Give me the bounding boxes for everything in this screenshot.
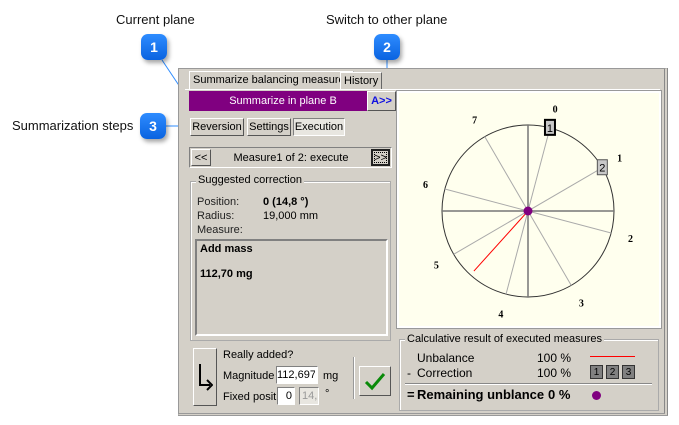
measure-line-2 — [200, 255, 383, 268]
magnitude-input[interactable] — [276, 366, 318, 384]
polar-diagram: 0123456712 — [423, 105, 633, 321]
correction-marker-label-2: 2 — [599, 163, 605, 175]
position-label-0: 0 — [553, 105, 558, 116]
remaining-dot-icon — [592, 391, 601, 400]
remaining-prefix: = — [407, 387, 415, 402]
separator — [353, 357, 355, 399]
correction-step-3: 3 — [622, 365, 635, 379]
apply-direction-button[interactable] — [193, 348, 217, 406]
callout-badge-1: 1 — [141, 34, 167, 60]
fixed-angle-unit: ° — [325, 388, 330, 400]
radius-label: Radius: — [197, 210, 235, 222]
polar-diagram-panel: 0123456712 — [396, 90, 662, 329]
position-value: 0 (14,8 °) — [263, 196, 309, 208]
tab-history[interactable]: History — [340, 72, 383, 89]
step-reversion-button[interactable]: Reversion — [190, 118, 244, 136]
fixed-position-label: Fixed positio — [223, 391, 277, 403]
center-point — [523, 206, 533, 216]
position-label-5: 5 — [434, 260, 439, 271]
plane-title: Summarize in plane B — [229, 95, 337, 107]
correction-step-1: 1 — [590, 365, 603, 379]
callout-badge-2: 2 — [374, 34, 400, 60]
plane-bar: Summarize in plane B — [189, 91, 367, 111]
position-label-2: 2 — [628, 234, 633, 245]
radius-value: 19,000 mm — [263, 210, 319, 222]
measure-status: Measure1 of 2: execute — [233, 152, 349, 164]
measure-line-1: Add mass — [200, 243, 253, 255]
measure-line-3: 112,70 mg — [200, 268, 253, 280]
position-label-3: 3 — [579, 299, 584, 310]
suggested-correction-title: Suggested correction — [196, 174, 304, 186]
position-label-7: 7 — [472, 115, 477, 126]
unbalance-label: Unbalance — [417, 351, 475, 365]
correction-value: 100 % — [537, 366, 572, 380]
unbalance-line-legend — [590, 356, 635, 357]
next-measure-button[interactable]: >> — [371, 149, 390, 166]
correction-label: Correction — [417, 366, 473, 380]
correction-step-2: 2 — [606, 365, 619, 379]
switch-plane-button[interactable]: A>> — [367, 91, 396, 111]
really-added-label: Really added? — [223, 349, 294, 361]
balancing-window: Summarize balancing measures History Sum… — [178, 68, 668, 416]
remaining-label: Remaining unblance — [417, 387, 545, 402]
fixed-position-input[interactable] — [277, 387, 295, 405]
result-title: Calculative result of executed measures — [405, 333, 605, 345]
arrow-down-right-icon — [199, 364, 213, 391]
checkmark-icon — [364, 373, 386, 391]
measure-textbox[interactable]: Add mass 112,70 mg — [195, 239, 388, 336]
fixed-angle-input — [299, 387, 319, 405]
correction-steps: 1 2 3 — [590, 365, 635, 379]
position-label: Position: — [197, 196, 240, 208]
step-execution-button[interactable]: Execution — [293, 118, 345, 136]
correction-marker-label-1: 1 — [547, 123, 553, 135]
position-label-1: 1 — [617, 154, 622, 165]
correction-prefix: - — [407, 366, 411, 380]
tab-divider — [185, 89, 660, 90]
step-settings-button[interactable]: Settings — [247, 118, 291, 136]
position-label-4: 4 — [498, 309, 503, 320]
measure-label: Measure: — [197, 224, 243, 236]
position-label-6: 6 — [423, 180, 428, 191]
result-divider — [405, 383, 652, 385]
callout-badge-3: 3 — [140, 113, 166, 139]
tab-summarize[interactable]: Summarize balancing measures — [189, 71, 355, 89]
magnitude-unit: mg — [323, 370, 339, 382]
remaining-value: 0 % — [548, 387, 571, 402]
confirm-button[interactable] — [359, 366, 391, 396]
previous-measure-button[interactable]: << — [191, 149, 211, 166]
magnitude-label: Magnitude — [223, 370, 275, 382]
unbalance-value: 100 % — [537, 351, 572, 365]
